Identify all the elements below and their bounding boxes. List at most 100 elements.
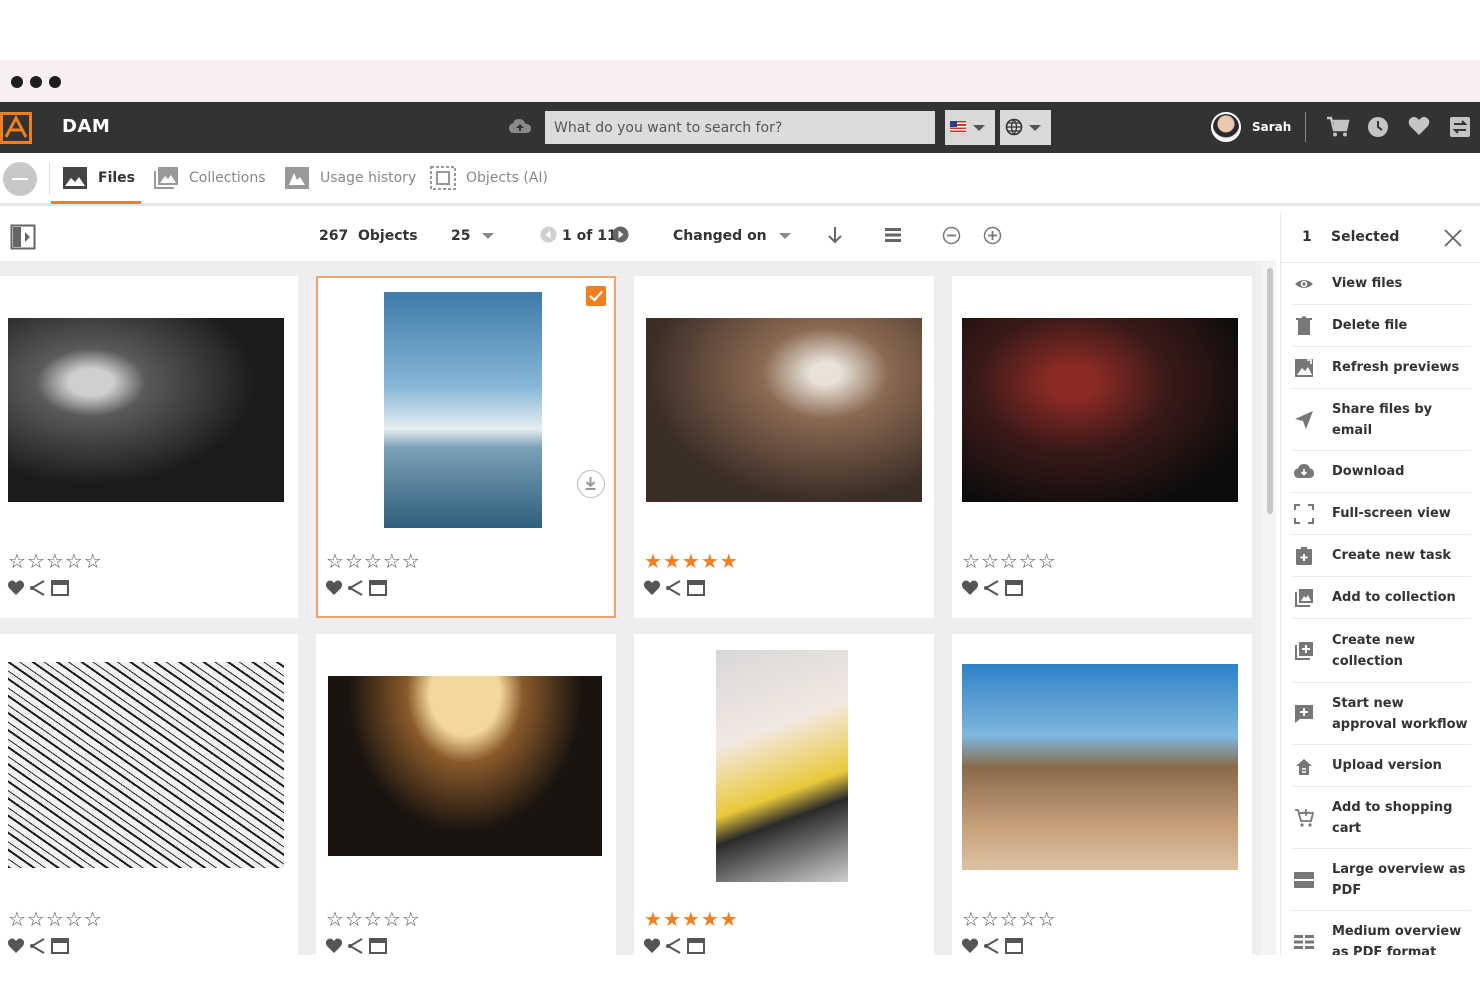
file-card[interactable]: ☆ ☆ ☆ ☆ ☆ [0, 634, 298, 955]
sort-select[interactable]: Changed on [673, 228, 791, 244]
preview-window-icon[interactable] [1005, 938, 1023, 954]
tab-objects-ai[interactable]: Objects (AI) [430, 153, 548, 203]
star-icon[interactable]: ☆ [326, 909, 344, 929]
star-icon[interactable]: ★ [682, 551, 700, 571]
star-icon[interactable]: ☆ [8, 551, 26, 571]
share-icon[interactable] [665, 937, 683, 955]
panel-action-eye[interactable]: View files [1291, 263, 1471, 305]
star-icon[interactable]: ☆ [27, 909, 45, 929]
panel-action-refresh-preview[interactable]: Refresh previews [1291, 347, 1471, 389]
star-rating[interactable]: ☆ ☆ ☆ ☆ ☆ [962, 551, 1056, 571]
star-rating[interactable]: ☆ ☆ ☆ ☆ ☆ [962, 909, 1056, 929]
star-rating[interactable]: ☆ ☆ ☆ ☆ ☆ [326, 551, 420, 571]
file-thumbnail[interactable] [716, 650, 848, 882]
page-size-select[interactable]: 25 [451, 228, 495, 244]
share-icon[interactable] [983, 579, 1001, 597]
star-icon[interactable]: ☆ [402, 909, 420, 929]
next-page-icon[interactable] [612, 226, 629, 243]
star-icon[interactable]: ☆ [1000, 909, 1018, 929]
menu-toggle-button[interactable] [3, 162, 37, 196]
preview-window-icon[interactable] [369, 938, 387, 954]
list-view-icon[interactable] [884, 226, 902, 244]
preview-window-icon[interactable] [51, 938, 69, 954]
star-icon[interactable]: ★ [663, 551, 681, 571]
language-select[interactable] [945, 110, 995, 145]
window-dot-minimize[interactable] [30, 76, 42, 88]
star-icon[interactable]: ☆ [8, 909, 26, 929]
star-icon[interactable]: ★ [701, 909, 719, 929]
star-icon[interactable]: ☆ [345, 551, 363, 571]
file-thumbnail[interactable] [962, 664, 1238, 870]
file-thumbnail[interactable] [8, 318, 284, 502]
preview-window-icon[interactable] [687, 580, 705, 596]
share-icon[interactable] [665, 579, 683, 597]
panel-action-cloud-download[interactable]: Download [1291, 451, 1471, 493]
star-icon[interactable]: ★ [720, 551, 738, 571]
star-icon[interactable]: ☆ [65, 551, 83, 571]
file-thumbnail[interactable] [8, 662, 284, 868]
panel-action-new-collection[interactable]: Create new collection [1291, 619, 1471, 683]
star-icon[interactable]: ☆ [1019, 909, 1037, 929]
favorites-heart-icon[interactable] [1408, 116, 1430, 136]
star-rating[interactable]: ☆ ☆ ☆ ☆ ☆ [326, 909, 420, 929]
panel-action-task[interactable]: Create new task [1291, 535, 1471, 577]
heart-icon[interactable] [643, 938, 661, 954]
toggle-sidebar-icon[interactable] [10, 224, 36, 250]
share-icon[interactable] [347, 579, 365, 597]
download-button[interactable] [577, 470, 605, 498]
star-icon[interactable]: ☆ [962, 551, 980, 571]
search-input[interactable] [545, 111, 935, 144]
sort-direction-icon[interactable] [826, 226, 844, 244]
heart-icon[interactable] [7, 938, 25, 954]
window-dot-close[interactable] [11, 76, 23, 88]
tab-files[interactable]: Files [62, 153, 135, 203]
star-icon[interactable]: ☆ [46, 551, 64, 571]
star-rating[interactable]: ★ ★ ★ ★ ★ [644, 551, 738, 571]
panel-action-fullscreen[interactable]: Full-screen view [1291, 493, 1471, 535]
file-thumbnail[interactable] [646, 318, 922, 502]
panel-action-medium-pdf[interactable]: Medium overview as PDF format [1291, 911, 1471, 955]
grid-scrollbar-thumb[interactable] [1267, 268, 1273, 514]
file-thumbnail[interactable] [384, 292, 542, 528]
switch-view-icon[interactable] [1449, 116, 1471, 138]
panel-action-cart-add[interactable]: Add to shopping cart [1291, 787, 1471, 849]
heart-icon[interactable] [325, 580, 343, 596]
file-card[interactable]: ☆ ☆ ☆ ☆ ☆ [316, 276, 616, 618]
star-icon[interactable]: ☆ [962, 909, 980, 929]
region-select[interactable] [1000, 110, 1051, 145]
zoom-out-icon[interactable] [942, 226, 961, 245]
user-name[interactable]: Sarah [1252, 120, 1291, 134]
tab-usage-history[interactable]: Usage history [284, 153, 416, 203]
heart-icon[interactable] [325, 938, 343, 954]
panel-action-send[interactable]: Share files by email [1291, 389, 1471, 451]
panel-action-large-pdf[interactable]: Large overview as PDF [1291, 849, 1471, 911]
file-thumbnail[interactable] [328, 676, 602, 856]
star-icon[interactable]: ★ [682, 909, 700, 929]
file-card[interactable]: ★ ★ ★ ★ ★ [634, 634, 934, 955]
star-icon[interactable]: ★ [720, 909, 738, 929]
share-icon[interactable] [29, 579, 47, 597]
star-icon[interactable]: ☆ [402, 551, 420, 571]
star-icon[interactable]: ☆ [1038, 551, 1056, 571]
preview-window-icon[interactable] [1005, 580, 1023, 596]
heart-icon[interactable] [961, 938, 979, 954]
star-icon[interactable]: ☆ [981, 909, 999, 929]
star-icon[interactable]: ☆ [1000, 551, 1018, 571]
cloud-upload-icon[interactable] [508, 116, 532, 138]
star-icon[interactable]: ☆ [1038, 909, 1056, 929]
app-logo[interactable] [0, 112, 32, 144]
share-icon[interactable] [347, 937, 365, 955]
star-icon[interactable]: ☆ [1019, 551, 1037, 571]
star-icon[interactable]: ☆ [383, 551, 401, 571]
history-clock-icon[interactable] [1367, 116, 1389, 138]
star-icon[interactable]: ☆ [364, 909, 382, 929]
star-icon[interactable]: ☆ [326, 551, 344, 571]
panel-action-upload-version[interactable]: Upload version [1291, 745, 1471, 787]
star-icon[interactable]: ☆ [84, 551, 102, 571]
zoom-in-icon[interactable] [983, 226, 1002, 245]
share-icon[interactable] [29, 937, 47, 955]
star-rating[interactable]: ☆ ☆ ☆ ☆ ☆ [8, 551, 102, 571]
selected-checkbox[interactable] [586, 286, 606, 306]
window-dot-maximize[interactable] [49, 76, 61, 88]
heart-icon[interactable] [7, 580, 25, 596]
